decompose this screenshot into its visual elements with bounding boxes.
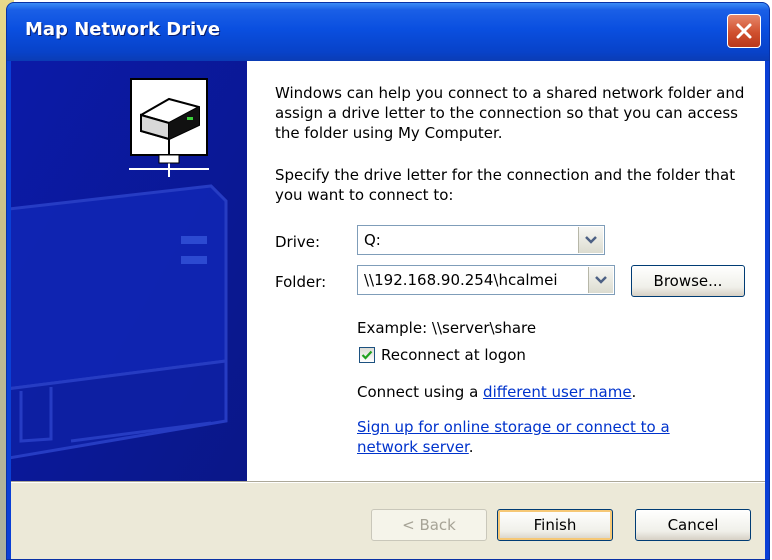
back-button[interactable]: < Back — [371, 509, 487, 541]
reconnect-label[interactable]: Reconnect at logon — [381, 346, 526, 364]
title-bar[interactable]: Map Network Drive — [7, 3, 769, 61]
chevron-down-icon — [595, 276, 607, 284]
network-drive-icon — [129, 78, 209, 177]
connect-as-prefix: Connect using a — [357, 383, 484, 401]
map-network-drive-dialog: Map Network Drive Windows can help you c… — [6, 2, 770, 560]
wizard-side-panel — [11, 61, 247, 481]
close-icon — [736, 23, 752, 39]
signup-online-storage-link[interactable]: Sign up for online storage or connect to… — [357, 418, 670, 456]
cancel-button[interactable]: Cancel — [635, 509, 751, 541]
folder-combobox[interactable]: \\192.168.90.254\hcalmei — [357, 265, 615, 295]
folder-label: Folder: — [275, 273, 327, 291]
folder-dropdown-button[interactable] — [588, 267, 613, 293]
chevron-down-icon — [585, 236, 597, 244]
different-user-name-link[interactable]: different user name — [483, 383, 632, 401]
close-button[interactable] — [727, 14, 761, 48]
drive-label: Drive: — [275, 233, 321, 251]
signup-suffix: . — [468, 438, 474, 456]
intro-text: Windows can help you connect to a shared… — [275, 84, 745, 142]
instruction-text: Specify the drive letter for the connect… — [275, 166, 736, 204]
wizard-content: Windows can help you connect to a shared… — [247, 61, 765, 481]
finish-button[interactable]: Finish — [497, 509, 613, 541]
footer-separator — [11, 481, 765, 483]
reconnect-checkbox[interactable] — [359, 347, 375, 363]
drive-select[interactable]: Q: — [357, 225, 605, 255]
check-icon — [361, 350, 373, 360]
signup-text: Sign up for online storage or connect to… — [357, 417, 717, 457]
folder-combobox-value: \\192.168.90.254\hcalmei — [364, 271, 558, 289]
drive-select-value: Q: — [364, 231, 381, 249]
connect-as-suffix: . — [631, 383, 637, 401]
example-text: Example: \\server\share — [357, 319, 537, 337]
window-title: Map Network Drive — [25, 19, 221, 40]
drive-dropdown-button[interactable] — [578, 227, 603, 253]
connect-as-text: Connect using a different user name. — [357, 383, 636, 401]
dialog-client-area: Windows can help you connect to a shared… — [11, 61, 765, 559]
browse-button[interactable]: Browse... — [631, 265, 745, 297]
